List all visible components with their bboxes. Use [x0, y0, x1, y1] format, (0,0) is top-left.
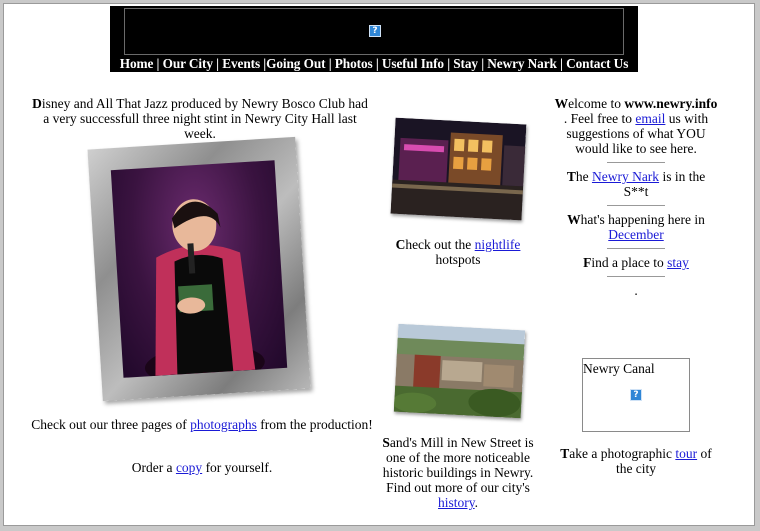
nightlife-link[interactable]: nightlife [475, 237, 521, 252]
sands-mill-photo-image [393, 323, 526, 419]
tour-text-pre: ake a photographic [569, 446, 676, 461]
stay-link[interactable]: stay [667, 255, 689, 270]
singer-photo-image [110, 160, 288, 378]
order-text-post: for yourself. [202, 460, 273, 475]
december-link[interactable]: December [608, 227, 663, 242]
intro-initial: D [32, 96, 42, 111]
nightlife-photo[interactable] [390, 117, 527, 221]
intro-text: isney and All That Jazz produced by Newr… [41, 96, 368, 141]
featured-photo[interactable] [87, 136, 311, 402]
divider [607, 276, 665, 277]
nav-our-city[interactable]: Our City [163, 56, 213, 71]
newry-canal-image-box[interactable]: Newry Canal ? [582, 358, 690, 432]
nightlife-paragraph: Check out the nightlife hotspots [378, 237, 538, 267]
sands-text-pre: and's Mill in New Street is one of the m… [382, 435, 534, 495]
photographs-text-pre: Check out our three pages of [31, 417, 191, 432]
order-paragraph: Order a copy for yourself. [30, 460, 374, 475]
welcome-initial: W [554, 96, 569, 111]
stay-paragraph: Find a place to stay [553, 255, 719, 270]
nark-text-pre: he [575, 169, 592, 184]
nav-contact-us[interactable]: Contact Us [566, 56, 628, 71]
happening-paragraph: What's happening here in December [553, 212, 719, 242]
copy-link[interactable]: copy [176, 460, 202, 475]
happening-initial: W [567, 212, 581, 227]
broken-image-icon: ? [630, 389, 642, 401]
intro-paragraph: Disney and All That Jazz produced by New… [28, 96, 372, 141]
nightlife-text-post: hotspots [435, 252, 481, 267]
tour-initial: T [560, 446, 570, 461]
divider [607, 248, 665, 249]
nav-home[interactable]: Home [120, 56, 154, 71]
tour-link[interactable]: tour [675, 446, 697, 461]
nav-events[interactable]: Events [222, 56, 260, 71]
divider [607, 162, 665, 163]
nav-stay[interactable]: Stay [453, 56, 478, 71]
performer-illustration [144, 199, 265, 378]
header-banner: ? Home | Our City | Events |Going Out | … [110, 6, 638, 72]
photographs-text-post: from the production! [256, 417, 373, 432]
sands-mill-photo[interactable] [393, 323, 526, 419]
nark-initial: T [566, 169, 576, 184]
nav-photos[interactable]: Photos [335, 56, 373, 71]
nightlife-photo-image [390, 117, 527, 221]
nightlife-initial: C [395, 237, 406, 252]
right-column: Welcome to www.newry.info. Feel free to … [553, 96, 719, 298]
sands-initial: S [382, 435, 390, 450]
stay-text-pre: ind a place to [591, 255, 668, 270]
photographs-paragraph: Check out our three pages of photographs… [30, 417, 374, 432]
happening-text-pre: hat's happening here in [580, 212, 705, 227]
site-name: www.newry.info [624, 96, 718, 111]
sands-mill-paragraph: Sand's Mill in New Street is one of the … [378, 435, 538, 510]
tour-paragraph: Take a photographic tour of the city [555, 446, 717, 476]
broken-image-icon: ? [369, 25, 381, 37]
nav-newry-nark[interactable]: Newry Nark [487, 56, 557, 71]
order-text-pre: Order a [131, 460, 176, 475]
welcome-text-pre: elcome to [568, 96, 625, 111]
photographs-link[interactable]: photographs [190, 417, 257, 432]
newry-nark-link[interactable]: Newry Nark [592, 169, 659, 184]
trailing-dot: . [634, 283, 638, 298]
sands-text-post: . [474, 495, 478, 510]
banner-image-area: ? [124, 8, 624, 55]
nark-paragraph: The Newry Nark is in the S**t [553, 169, 719, 199]
nightlife-text-pre: heck out the [405, 237, 475, 252]
divider [607, 205, 665, 206]
main-nav: Home | Our City | Events |Going Out | Ph… [110, 56, 638, 72]
email-link[interactable]: email [635, 111, 665, 126]
canal-alt-text: Newry Canal [583, 361, 655, 376]
history-link[interactable]: history [438, 495, 475, 510]
welcome-paragraph: Welcome to www.newry.info. Feel free to … [553, 96, 719, 156]
nav-useful-info[interactable]: Useful Info [382, 56, 444, 71]
nav-going-out[interactable]: Going Out [266, 56, 325, 71]
welcome-text-mid: . Feel free to [563, 111, 636, 126]
